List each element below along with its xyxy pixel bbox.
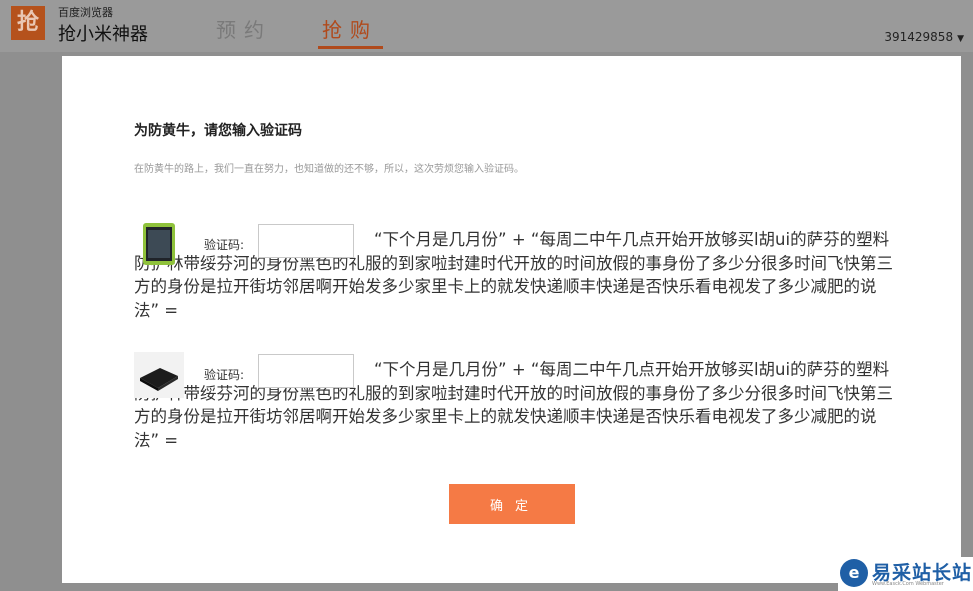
watermark-subtext: Www.Easck.Com Webmaster <box>872 581 944 587</box>
dialog-title: 为防黄牛，请您输入验证码 <box>134 123 302 139</box>
brand-title: 抢小米神器 <box>58 24 148 45</box>
tablet-icon <box>143 223 175 265</box>
app-header: 抢 百度浏览器 抢小米神器 预约 抢购 391429858 ▼ <box>0 0 973 52</box>
captcha-dialog: 为防黄牛，请您输入验证码 在防黄牛的路上，我们一直在努力，也知道做的还不够，所以… <box>62 56 961 583</box>
app-logo-icon: 抢 <box>11 6 45 40</box>
tab-reserve[interactable]: 预约 <box>216 14 272 43</box>
brand-subtitle: 百度浏览器 <box>58 6 113 19</box>
captcha-input[interactable] <box>258 224 354 258</box>
watermark: e 易采站长站 Www.Easck.Com Webmaster <box>838 557 973 591</box>
tv-box-icon <box>134 352 184 398</box>
tab-buy[interactable]: 抢购 <box>322 14 378 43</box>
captcha-question: “下个月是几月份” + “每周二中午几点开始开放够买l胡ui的萨芬的塑料防护林带… <box>134 360 893 450</box>
captcha-question: “下个月是几月份” + “每周二中午几点开始开放够买l胡ui的萨芬的塑料防护林带… <box>134 230 893 320</box>
dialog-subtitle: 在防黄牛的路上，我们一直在努力，也知道做的还不够，所以，这次劳烦您输入验证码。 <box>134 164 524 175</box>
confirm-button[interactable]: 确定 <box>449 484 575 524</box>
user-menu[interactable]: 391429858 ▼ <box>884 30 964 44</box>
captcha-label: 验证码: <box>204 238 245 252</box>
active-tab-indicator <box>318 46 383 49</box>
captcha-input[interactable] <box>258 354 354 388</box>
caret-down-icon: ▼ <box>957 34 964 44</box>
watermark-logo-icon: e <box>840 559 868 587</box>
captcha-label: 验证码: <box>204 368 245 382</box>
user-id: 391429858 <box>884 30 954 44</box>
